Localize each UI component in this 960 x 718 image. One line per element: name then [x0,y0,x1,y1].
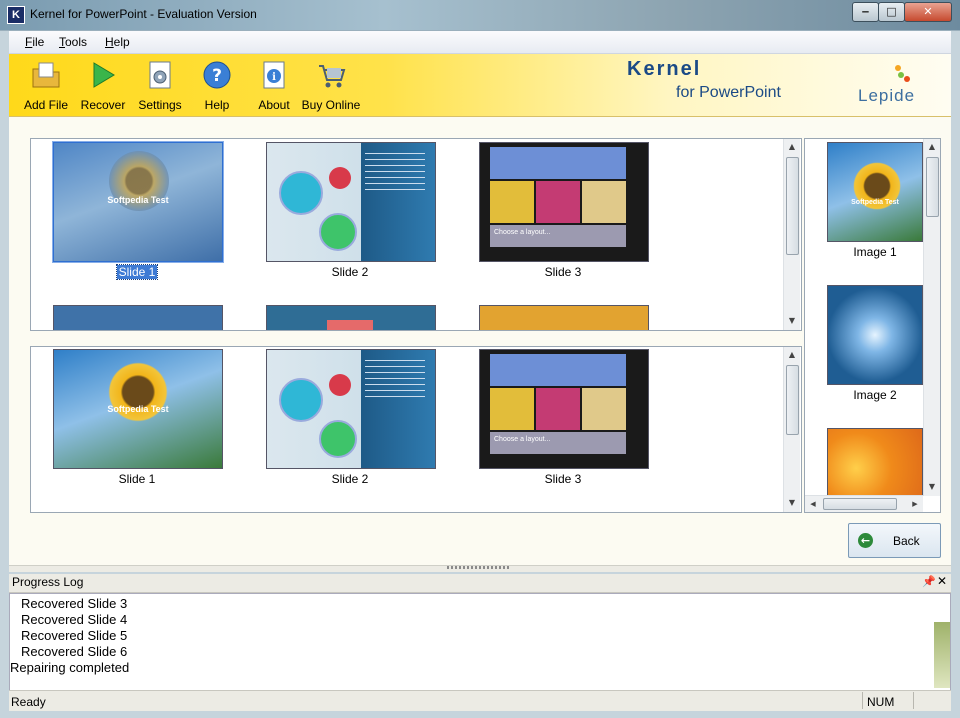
settings-doc-icon [149,61,171,89]
scroll-up-icon[interactable]: ▲ [924,139,940,155]
slide-caption: Slide 3 [544,472,582,486]
log-line: Recovered Slide 6 [21,644,128,659]
vertical-scrollbar[interactable]: ▲ ▼ [783,139,800,330]
log-line: Repairing completed [10,660,130,675]
scroll-up-icon[interactable]: ▲ [784,139,800,155]
svg-text:i: i [272,72,276,83]
images-panel[interactable]: Softpedia Test Image 1 Image 2 ▲ ▼ ◀ ▶ [804,138,941,513]
log-line: Recovered Slide 4 [21,612,128,627]
scroll-down-icon[interactable]: ▼ [784,313,800,329]
slide-text: Choose a layout... [494,229,551,236]
scroll-thumb[interactable] [786,365,799,435]
slide-caption[interactable]: Slide 1 [53,264,221,280]
scroll-right-icon[interactable]: ▶ [907,496,923,512]
menu-help[interactable]: Help [105,35,130,49]
shopping-cart-icon [319,65,346,88]
close-icon[interactable]: ✕ [937,574,947,588]
splitter-grip[interactable] [447,566,511,569]
scroll-down-icon[interactable]: ▼ [784,495,800,511]
info-doc-icon: i [263,61,285,89]
image-caption: Image 2 [853,388,897,402]
toolbar: Add File Recover Settings ? Help i About… [9,54,951,117]
progress-log: Recovered Slide 3 Recovered Slide 4 Reco… [9,593,951,691]
slide-caption: Slide 2 [331,265,369,279]
slide-thumbnail[interactable] [266,349,436,469]
image-thumbnail[interactable] [827,285,923,385]
vertical-scrollbar[interactable]: ▲ ▼ [783,347,800,512]
slide-caption: Slide 3 [544,265,582,279]
play-icon [93,62,115,88]
slide-thumbnail-partial[interactable] [53,305,223,330]
back-button[interactable]: ← Back [848,523,941,558]
image-text: Softpedia Test [851,199,899,206]
original-slides-panel[interactable]: Softpedia Test Slide 1 Slide 2 Choose a … [30,346,802,513]
log-line: Recovered Slide 5 [21,628,128,643]
title-bar[interactable]: K Kernel for PowerPoint - Evaluation Ver… [0,0,960,30]
progress-log-title: Progress Log [12,575,84,589]
menu-bar: File Tools Help [9,31,951,54]
status-bar: Ready NUM [9,690,951,711]
slide-thumbnail[interactable]: Softpedia Test [53,142,223,262]
slide-thumbnail-partial[interactable] [266,305,436,330]
slide-thumbnail[interactable] [266,142,436,262]
image-thumbnail[interactable]: Softpedia Test [827,142,923,242]
scroll-thumb[interactable] [926,157,939,217]
log-side-strip [934,622,950,688]
slide-text: Softpedia Test [107,195,169,205]
scroll-thumb[interactable] [786,157,799,255]
lepide-logo-icon [895,65,910,82]
brand-company: Lepide [858,86,916,105]
back-label: Back [893,534,920,548]
recovered-slides-panel[interactable]: Softpedia Test Slide 1 Slide 2 Choose a … [30,138,802,331]
buy-online-label: Buy Online [301,98,361,112]
slide-caption: Slide 2 [331,472,369,486]
app-icon: K [7,6,25,24]
slide-caption-text: Slide 1 [115,264,159,280]
minimize-button[interactable]: ‒ [852,2,879,22]
slide-text: Softpedia Test [107,404,169,414]
log-line: Recovered Slide 3 [21,596,128,611]
maximize-button[interactable]: □ [878,2,905,22]
buy-online-button[interactable]: Buy Online [298,56,364,114]
menu-tools[interactable]: Tools [59,35,87,49]
status-text: Ready [11,695,46,709]
brand-subtitle: for PowerPoint [676,84,781,101]
back-arrow-icon: ← [858,533,873,548]
vertical-scrollbar[interactable]: ▲ ▼ [923,139,940,496]
horizontal-scrollbar[interactable]: ◀ ▶ [805,495,923,512]
scroll-thumb[interactable] [823,498,897,510]
slide-thumbnail[interactable]: Softpedia Test [53,349,223,469]
num-lock-indicator: NUM [862,692,914,709]
slide-thumbnail-partial[interactable] [479,305,649,330]
svg-text:?: ? [212,66,222,86]
window-title: Kernel for PowerPoint - Evaluation Versi… [30,7,257,21]
close-button[interactable]: ✕ [904,2,952,22]
scroll-down-icon[interactable]: ▼ [924,479,940,495]
progress-log-header: Progress Log 📌 ✕ [9,574,951,593]
slide-caption: Slide 1 [118,472,156,486]
help-icon: ? [203,61,231,89]
num-lock-text: NUM [867,695,895,709]
menu-file[interactable]: File [25,35,44,49]
folder-icon [32,62,60,88]
pin-icon[interactable]: 📌 [922,575,936,588]
slide-thumbnail[interactable]: Choose a layout... [479,142,649,262]
image-caption: Image 1 [853,245,897,259]
scroll-up-icon[interactable]: ▲ [784,347,800,363]
scroll-left-icon[interactable]: ◀ [805,496,821,512]
slide-thumbnail[interactable]: Choose a layout... [479,349,649,469]
brand-kernel: Kernel [627,58,702,80]
slide-text: Choose a layout... [494,436,551,443]
